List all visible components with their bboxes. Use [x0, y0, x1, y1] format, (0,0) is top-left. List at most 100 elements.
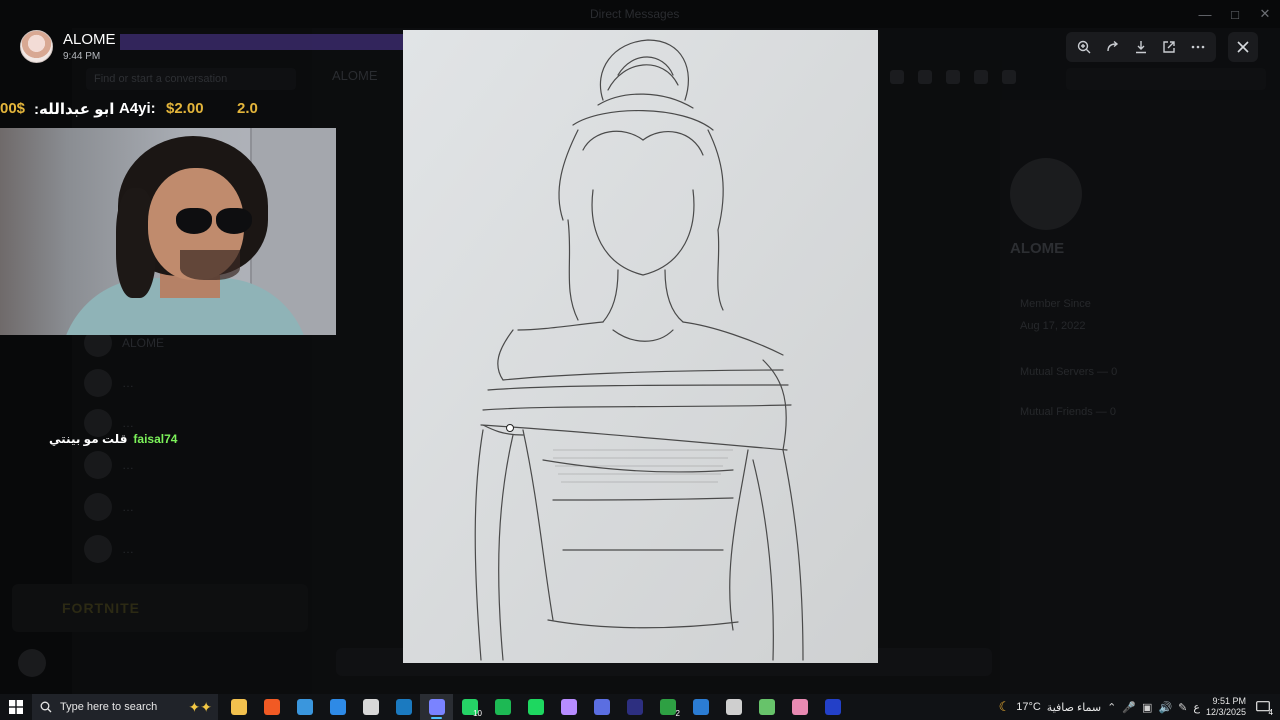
taskbar-app[interactable]	[519, 694, 552, 720]
system-tray: ☾ 17°C سماء صافية ⌃ 🎤 ▣ 🔊 ✎ ع 9:51 PM 12…	[999, 694, 1280, 720]
app-map-icon	[758, 699, 775, 715]
input-language[interactable]: ع	[1193, 701, 1200, 714]
ticker-item: A4yi:	[119, 100, 156, 117]
search-placeholder: Type here to search	[60, 701, 158, 713]
window-title: Direct Messages	[590, 7, 680, 21]
spotify-icon	[527, 699, 544, 715]
search-icon	[40, 701, 52, 713]
close-viewer-button[interactable]	[1228, 32, 1258, 62]
avatar	[20, 30, 53, 63]
clock-time: 9:51 PM	[1212, 696, 1246, 706]
taskbar-app[interactable]	[321, 694, 354, 720]
webcam-feed	[0, 128, 336, 335]
member-since-label: Member Since	[1020, 298, 1091, 310]
dm-item[interactable]: …	[84, 532, 304, 566]
avatar	[84, 493, 112, 521]
taskbar-app[interactable]	[585, 694, 618, 720]
app-dark-icon	[626, 699, 643, 715]
viewed-image[interactable]	[403, 30, 878, 663]
dm-item-label: …	[122, 376, 134, 390]
store-icon	[296, 699, 313, 715]
taskbar-app[interactable]	[255, 694, 288, 720]
search-input[interactable]	[1066, 68, 1266, 90]
microphone-icon[interactable]: 🎤	[1122, 701, 1136, 714]
steam-icon	[395, 699, 412, 715]
weather-text[interactable]: سماء صافية	[1047, 701, 1101, 714]
activity-card[interactable]: FORTNITE	[12, 584, 308, 632]
chat-message-text: قلت مو بينتي	[49, 432, 128, 446]
chevron-up-icon[interactable]: ⌃	[1107, 701, 1116, 714]
copilot-sparkle-icon[interactable]: ✦✦	[189, 699, 212, 716]
obs-icon	[362, 699, 379, 715]
taskbar-app[interactable]	[783, 694, 816, 720]
maximize-icon[interactable]: □	[1220, 0, 1250, 28]
avatar[interactable]	[18, 649, 46, 677]
profile-name: ALOME	[1010, 240, 1065, 257]
zoom-in-icon[interactable]	[1073, 36, 1095, 58]
more-icon[interactable]	[1187, 36, 1209, 58]
screen: Direct Messages — □ ✕ Find or start a co…	[0, 0, 1280, 720]
close-icon	[1237, 41, 1249, 53]
taskbar-app[interactable]	[618, 694, 651, 720]
dm-item[interactable]: …	[84, 490, 304, 524]
dm-item[interactable]: …	[84, 366, 304, 400]
ticker-item: $2.00	[166, 100, 204, 117]
video-icon[interactable]	[918, 70, 932, 84]
avatar	[84, 451, 112, 479]
taskbar-app[interactable]	[420, 694, 453, 720]
taskbar-app[interactable]	[684, 694, 717, 720]
start-button[interactable]	[0, 694, 32, 720]
notification-center-button[interactable]: 4	[1252, 696, 1274, 718]
rotate-icon[interactable]	[1102, 36, 1124, 58]
xbox-icon	[659, 699, 676, 715]
call-icon[interactable]	[890, 70, 904, 84]
clock[interactable]: 9:51 PM 12/3/2025	[1206, 696, 1246, 718]
taskbar-app[interactable]: 2	[651, 694, 684, 720]
taskbar-app[interactable]	[354, 694, 387, 720]
taskbar-app[interactable]	[816, 694, 849, 720]
donation-ticker: 00$ :ابو عبدالله A4yi: $2.00 2.0	[0, 96, 258, 120]
taskbar-app[interactable]	[552, 694, 585, 720]
taskbar-app[interactable]	[288, 694, 321, 720]
pen-icon[interactable]: ✎	[1178, 701, 1187, 714]
mouse-cursor	[506, 424, 514, 432]
profile-icon[interactable]	[1002, 70, 1016, 84]
app-badge: 10	[473, 709, 482, 718]
app-pen-icon	[725, 699, 742, 715]
viewer-toolbar	[1066, 32, 1216, 62]
taskbar-app[interactable]	[750, 694, 783, 720]
find-conversation-input[interactable]: Find or start a conversation	[86, 68, 296, 90]
close-icon[interactable]: ✕	[1250, 0, 1280, 28]
taskbar-app[interactable]	[717, 694, 750, 720]
download-icon[interactable]	[1130, 36, 1152, 58]
taskbar-search[interactable]: Type here to search ✦✦	[32, 694, 218, 720]
member-since-value: Aug 17, 2022	[1020, 320, 1086, 332]
app-green-icon	[494, 699, 511, 715]
notification-name: ALOME	[63, 31, 116, 48]
open-external-icon[interactable]	[1158, 36, 1180, 58]
taskbar-app[interactable]: 10	[453, 694, 486, 720]
avatar	[84, 535, 112, 563]
taskbar: Type here to search ✦✦ 10 2 ☾ 17°C سماء ص…	[0, 694, 1280, 720]
pin-icon[interactable]	[946, 70, 960, 84]
add-friend-icon[interactable]	[974, 70, 988, 84]
mutual-friends[interactable]: Mutual Friends — 0	[1020, 406, 1116, 418]
minimize-icon[interactable]: —	[1190, 0, 1220, 28]
profile-avatar	[1010, 158, 1082, 230]
brave-icon	[263, 699, 280, 715]
weather-temp[interactable]: 17°C	[1016, 701, 1041, 713]
weather-moon-icon[interactable]: ☾	[999, 699, 1011, 715]
dm-item-label: …	[122, 416, 134, 430]
taskbar-app[interactable]	[486, 694, 519, 720]
dm-item[interactable]: …	[84, 448, 304, 482]
chat-header-icons	[890, 70, 1016, 84]
taskbar-app[interactable]	[222, 694, 255, 720]
network-icon[interactable]: ▣	[1142, 701, 1152, 714]
notification-time: 9:44 PM	[63, 51, 101, 62]
app-pink-icon	[791, 699, 808, 715]
dm-item-label: …	[122, 458, 134, 472]
mutual-servers[interactable]: Mutual Servers — 0	[1020, 366, 1117, 378]
volume-icon[interactable]: 🔊	[1158, 701, 1172, 714]
taskbar-app[interactable]	[387, 694, 420, 720]
taskbar-apps: 10 2	[222, 694, 849, 720]
